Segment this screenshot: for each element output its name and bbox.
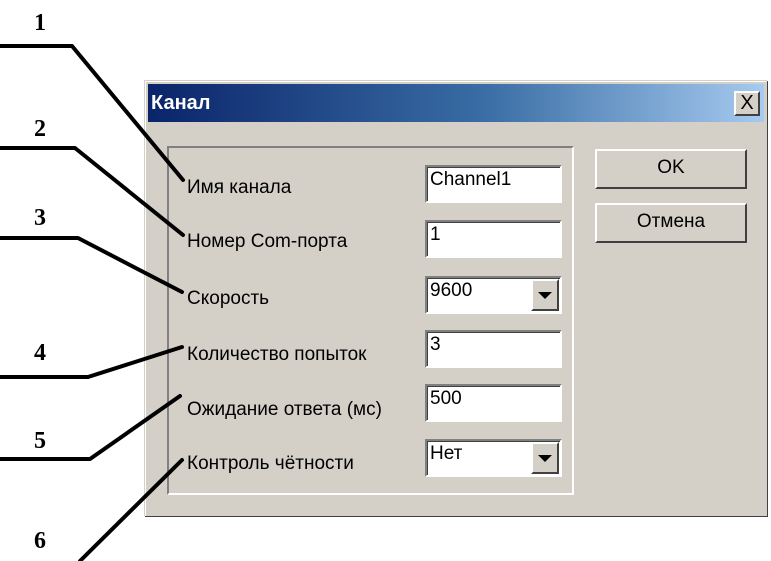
callout-number-2: 2 (34, 116, 46, 142)
close-button[interactable]: X (734, 91, 760, 116)
retry-count-field[interactable]: 3 (425, 330, 562, 368)
callout-number-5: 5 (34, 428, 46, 454)
response-timeout-value: 500 (430, 388, 462, 409)
channel-name-label: Имя канала (187, 177, 292, 198)
response-timeout-field[interactable]: 500 (425, 384, 562, 422)
retry-count-value: 3 (430, 334, 441, 355)
channel-name-field[interactable]: Channel1 (425, 165, 562, 203)
speed-label: Скорость (187, 288, 270, 309)
parity-control-dropdown[interactable]: Нет (425, 439, 562, 477)
channel-name-value: Channel1 (430, 169, 512, 190)
callout-number-6: 6 (34, 528, 46, 554)
screenshot-stage: 1 2 3 4 5 6 Канал X Имя канала Номер Com… (0, 0, 771, 561)
cancel-button[interactable]: Отмена (595, 203, 747, 243)
callout-number-1: 1 (34, 10, 46, 36)
parity-control-label: Контроль чётности (187, 453, 354, 474)
channel-dialog: Канал X Имя канала Номер Com-порта Скоро… (144, 80, 767, 516)
com-port-field[interactable]: 1 (425, 220, 562, 258)
dialog-titlebar[interactable]: Канал X (148, 84, 764, 122)
callout-number-3: 3 (34, 205, 46, 231)
chevron-down-icon[interactable] (531, 442, 559, 474)
ok-button[interactable]: OK (595, 149, 747, 189)
callout-number-4: 4 (34, 340, 46, 366)
com-port-value: 1 (430, 224, 441, 245)
speed-dropdown[interactable]: 9600 (425, 276, 562, 314)
close-icon: X (740, 92, 754, 114)
dialog-title: Канал (151, 92, 211, 114)
retry-count-label: Количество попыток (187, 344, 367, 365)
chevron-down-icon[interactable] (531, 279, 559, 311)
com-port-label: Номер Com-порта (187, 231, 348, 252)
response-timeout-label: Ожидание ответа (мс) (187, 399, 382, 420)
